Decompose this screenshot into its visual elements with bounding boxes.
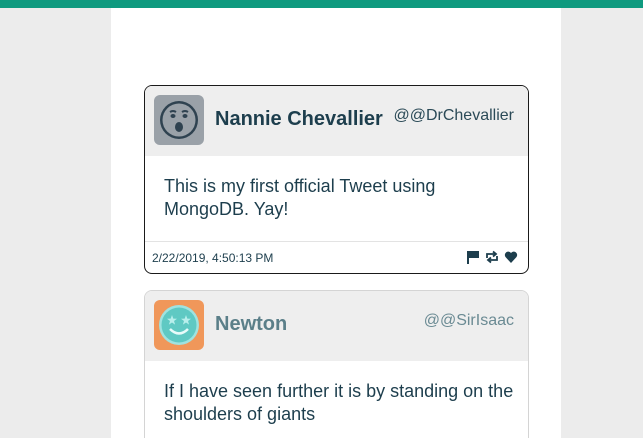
heart-icon[interactable] [504, 250, 518, 264]
tweet-footer: 2/22/2019, 4:50:13 PM [145, 241, 528, 273]
display-name[interactable]: Newton [215, 313, 287, 336]
tweet-header: Nannie Chevallier @@DrChevallier [145, 86, 528, 156]
tweet-text: This is my first official Tweet using Mo… [164, 176, 436, 219]
tweet-text: If I have seen further it is by standing… [164, 381, 514, 424]
top-accent-bar [0, 0, 643, 8]
user-handle[interactable]: @@DrChevallier [393, 107, 514, 125]
display-name[interactable]: Nannie Chevallier [215, 108, 383, 131]
tweet-actions [466, 250, 518, 264]
tweet-header: Newton @@SirIsaac [145, 291, 528, 361]
star-eyed-face-icon[interactable] [154, 300, 204, 350]
shocked-face-icon[interactable] [154, 95, 204, 145]
tweet-timestamp: 2/22/2019, 4:50:13 PM [152, 251, 274, 265]
tweet-card[interactable]: Nannie Chevallier @@DrChevallier This is… [144, 85, 529, 274]
flag-icon[interactable] [466, 250, 480, 264]
user-handle[interactable]: @@SirIsaac [424, 312, 514, 330]
tweet-card[interactable]: Newton @@SirIsaac If I have seen further… [144, 290, 529, 438]
retweet-icon[interactable] [485, 250, 499, 264]
